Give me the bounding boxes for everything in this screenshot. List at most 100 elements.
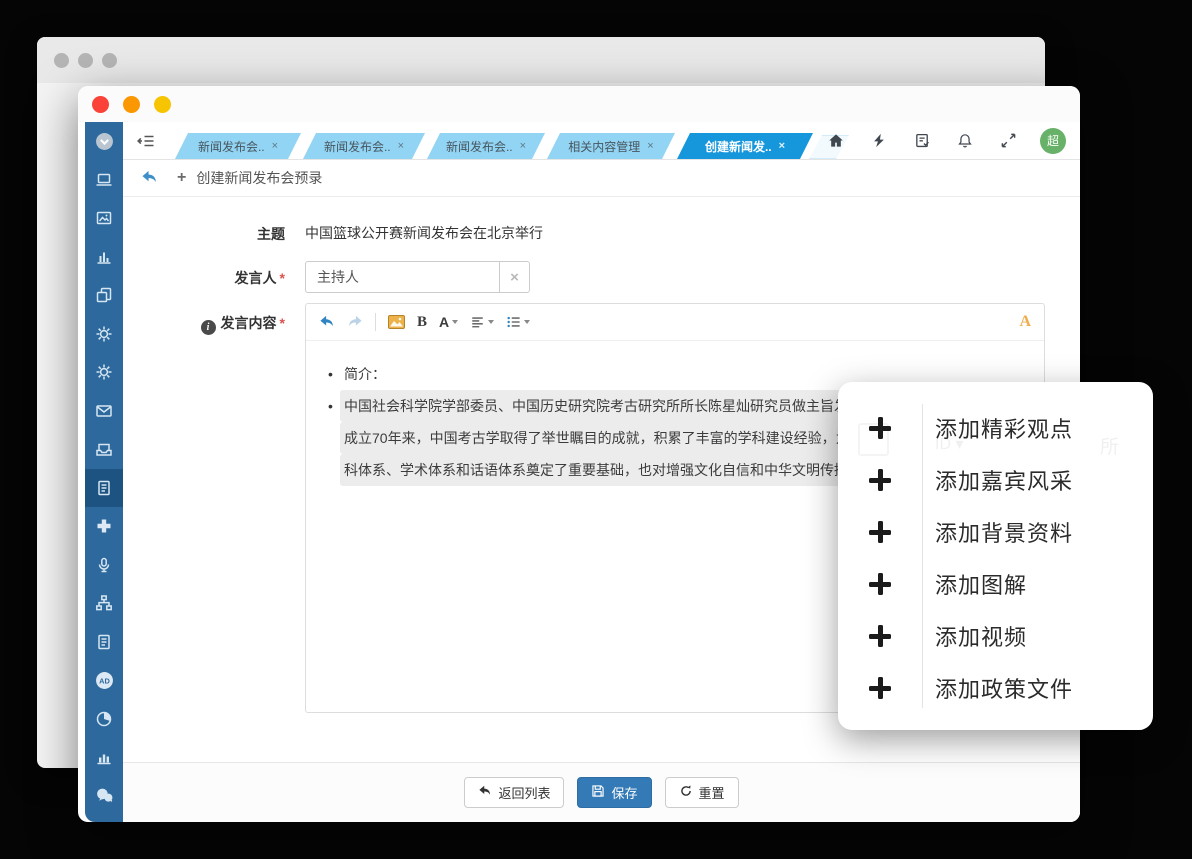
sidebar-item-1[interactable]: [85, 122, 123, 161]
tab-label: 新闻发布会..: [324, 138, 391, 155]
sidebar-item-14[interactable]: [85, 623, 123, 662]
popup-item-1[interactable]: 添加精彩观点: [838, 402, 1153, 454]
bold-icon[interactable]: B: [417, 314, 427, 331]
document-icon: [95, 479, 113, 497]
save-button[interactable]: 保存: [577, 777, 651, 808]
sidebar-item-13[interactable]: [85, 584, 123, 623]
expand-icon[interactable]: [997, 130, 1019, 152]
tab-label: 新闻发布会..: [446, 138, 513, 155]
plus-icon: [869, 521, 891, 543]
popup-item-5[interactable]: 添加视频: [838, 610, 1153, 662]
tab-4[interactable]: 相关内容管理 ×: [547, 133, 675, 159]
back-icon[interactable]: [139, 168, 159, 188]
reset-button[interactable]: 重置: [665, 777, 739, 808]
popup-item-6[interactable]: 添加政策文件: [838, 662, 1153, 714]
tab-2[interactable]: 新闻发布会.. ×: [303, 133, 425, 159]
chevron-circle-icon: [95, 132, 114, 151]
save-icon: [591, 784, 605, 801]
tab-label: 相关内容管理: [568, 138, 640, 155]
bolt-icon[interactable]: [868, 130, 890, 152]
font-color-icon[interactable]: A: [439, 314, 458, 330]
content-label: i发言内容*: [123, 313, 285, 335]
popup-item-2[interactable]: 添加嘉宾风采: [838, 454, 1153, 506]
background-window-titlebar: [37, 37, 1045, 83]
return-to-list-button[interactable]: 返回列表: [464, 777, 564, 808]
sidebar-item-7[interactable]: [85, 353, 123, 392]
plus-icon: [869, 417, 891, 439]
button-label: 重置: [699, 783, 725, 802]
close-tab-icon[interactable]: ×: [272, 141, 278, 152]
envelope-icon: [95, 402, 113, 420]
user-avatar[interactable]: 超: [1040, 128, 1066, 154]
speaker-input-value: 主持人: [306, 262, 499, 292]
popup-item-label: 添加图解: [935, 568, 1027, 600]
close-tab-icon[interactable]: ×: [779, 141, 785, 152]
copy-icon: [95, 286, 113, 304]
undo-icon[interactable]: [319, 315, 335, 329]
zoom-window-button[interactable]: [154, 96, 171, 113]
popup-item-3[interactable]: 添加背景资料: [838, 506, 1153, 558]
ordered-list-icon[interactable]: [506, 315, 530, 329]
required-mark: *: [280, 315, 285, 331]
bar-chart-icon: [95, 248, 113, 266]
speaker-row: 发言人* 主持人 ×: [123, 261, 1080, 293]
sidebar-item-9[interactable]: [85, 430, 123, 469]
top-bar: 新闻发布会..×新闻发布会..×新闻发布会..×相关内容管理×创建新闻发..× …: [123, 122, 1080, 160]
subject-label: 主题: [123, 224, 285, 244]
tab-3[interactable]: 新闻发布会.. ×: [427, 133, 545, 159]
sidebar-item-12[interactable]: [85, 546, 123, 585]
tab-label: 新闻发布会..: [198, 138, 265, 155]
window-titlebar: [78, 86, 1080, 122]
clipboard-icon[interactable]: [911, 130, 933, 152]
sidebar-item-2[interactable]: [85, 161, 123, 200]
clear-input-icon[interactable]: ×: [499, 262, 529, 292]
plus-icon: +: [177, 169, 186, 187]
sidebar-item-11[interactable]: [85, 507, 123, 546]
plus-icon: [869, 469, 891, 491]
sidebar-item-16[interactable]: [85, 700, 123, 739]
button-label: 保存: [611, 783, 637, 802]
breadcrumb: + 创建新闻发布会预录: [123, 159, 1080, 197]
subject-value: 中国篮球公开赛新闻发布会在北京举行: [305, 225, 543, 241]
required-mark: *: [280, 270, 285, 286]
theme-font-icon[interactable]: A: [1019, 313, 1031, 331]
sidebar-item-10[interactable]: [85, 469, 123, 508]
home-icon[interactable]: [825, 130, 847, 152]
sidebar-item-5[interactable]: [85, 276, 123, 315]
sidebar-item-3[interactable]: [85, 199, 123, 238]
close-tab-icon[interactable]: ×: [398, 141, 404, 152]
plus-icon: [869, 573, 891, 595]
chevron-down-icon: [452, 320, 458, 324]
bell-icon[interactable]: [954, 130, 976, 152]
close-tab-icon[interactable]: ×: [647, 141, 653, 152]
histogram-icon: [95, 748, 113, 766]
sidebar-item-15[interactable]: AD: [85, 661, 123, 700]
sidebar-item-8[interactable]: [85, 392, 123, 431]
plus-icon: [869, 625, 891, 647]
tab-5[interactable]: 创建新闻发..×: [677, 133, 813, 159]
tab-1[interactable]: 新闻发布会.. ×: [175, 133, 301, 159]
speaker-input[interactable]: 主持人 ×: [305, 261, 530, 293]
minimize-window-button[interactable]: [123, 96, 140, 113]
align-icon[interactable]: [470, 315, 494, 329]
gear-icon: [95, 363, 113, 381]
popup-item-4[interactable]: 添加图解: [838, 558, 1153, 610]
sidebar-item-4[interactable]: [85, 238, 123, 277]
redo-icon[interactable]: [347, 315, 363, 329]
laptop-icon: [95, 171, 113, 189]
sidebar-nav: AD: [85, 122, 123, 822]
sidebar-item-18[interactable]: [85, 777, 123, 816]
popup-item-label: 添加精彩观点: [935, 412, 1073, 444]
inbox-icon: [95, 440, 113, 458]
sidebar-item-6[interactable]: [85, 315, 123, 354]
window-dot: [78, 53, 93, 68]
sidebar-item-17[interactable]: [85, 738, 123, 777]
top-right-icons: 超: [825, 122, 1066, 159]
gear-icon: [95, 325, 113, 343]
reset-icon: [679, 784, 693, 801]
close-window-button[interactable]: [92, 96, 109, 113]
subject-row: 主题 中国篮球公开赛新闻发布会在北京举行: [123, 223, 1080, 243]
collapse-menu-icon[interactable]: [135, 130, 157, 152]
close-tab-icon[interactable]: ×: [520, 141, 526, 152]
insert-image-icon[interactable]: [388, 315, 405, 329]
